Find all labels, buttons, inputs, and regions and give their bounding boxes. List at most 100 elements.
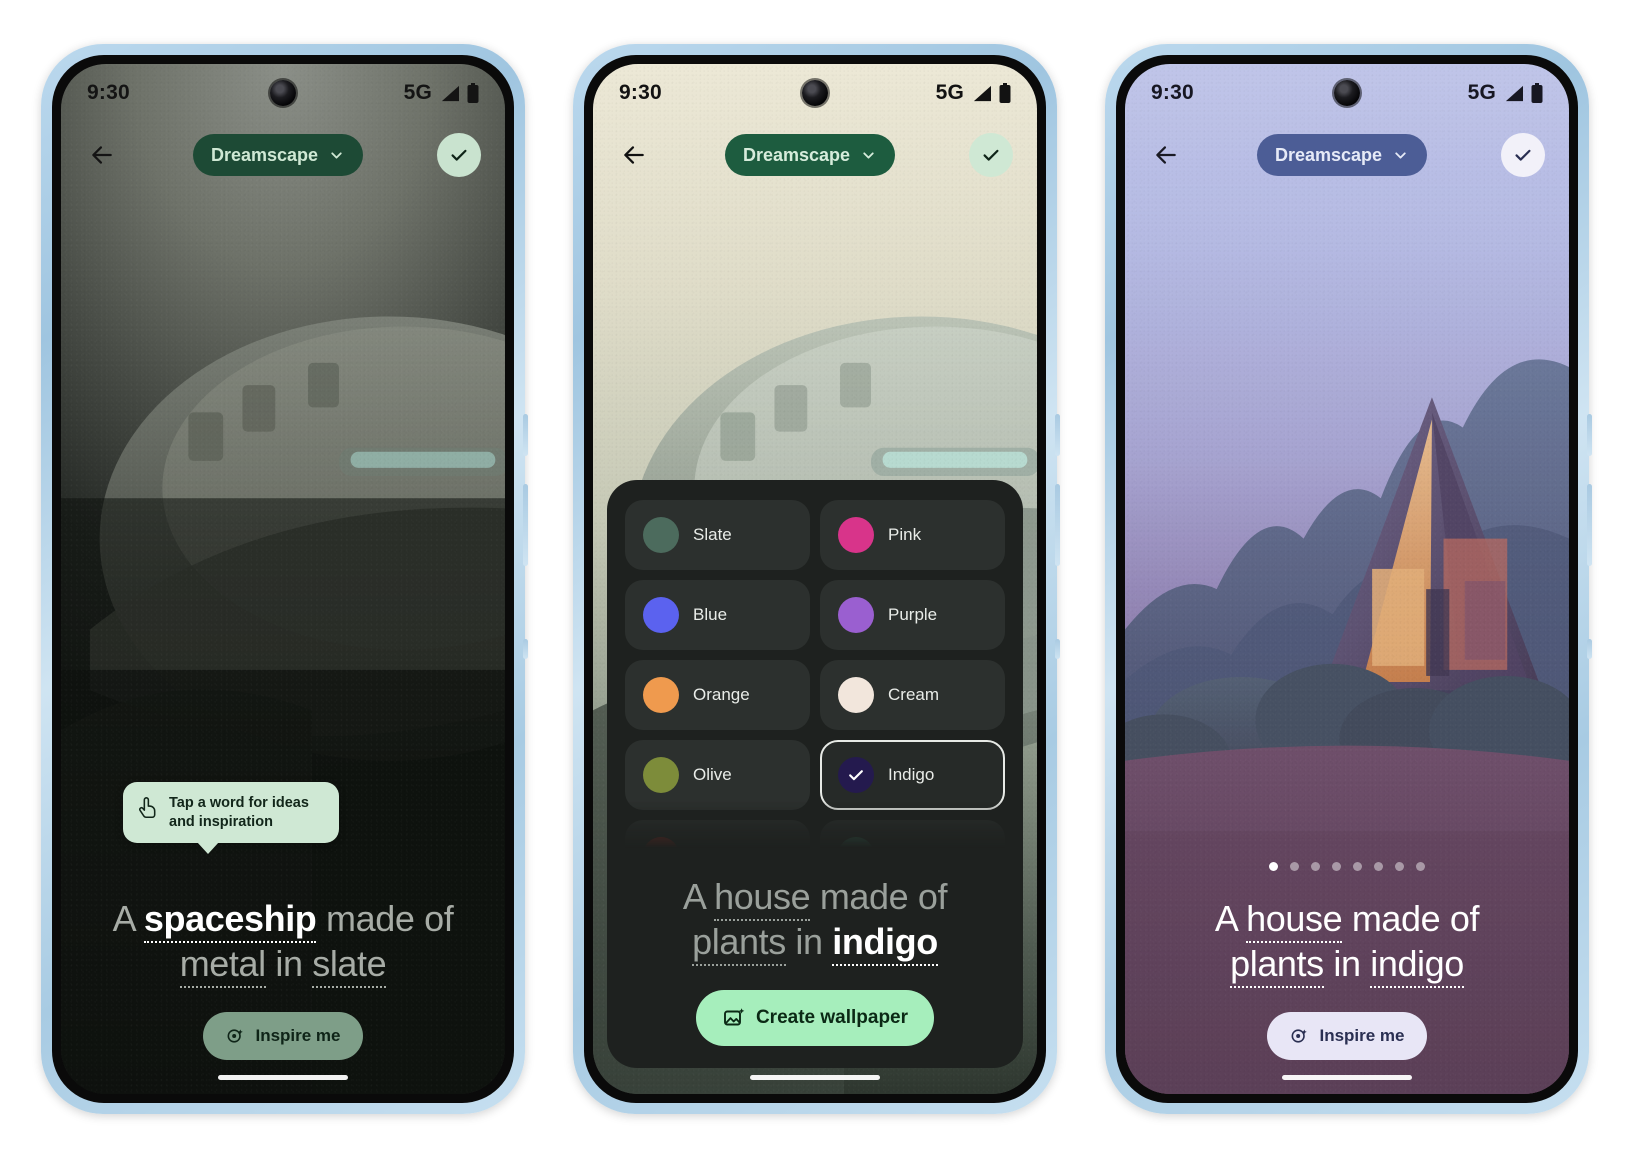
volume-up-button[interactable]	[1587, 414, 1592, 456]
phone-two-screen: 9:30 5G Dreamscape Slate Pink Blue Purpl…	[593, 64, 1037, 1094]
home-indicator[interactable]	[750, 1075, 880, 1080]
prompt-sentence[interactable]: A house made of plants in indigo	[1149, 897, 1545, 988]
page-dot[interactable]	[1374, 862, 1383, 872]
color-dot-icon	[643, 517, 679, 553]
prompt-token-subject[interactable]: house	[1246, 898, 1343, 944]
prompt-token-color[interactable]: indigo	[832, 920, 938, 966]
swatch-pink[interactable]: Pink	[820, 500, 1005, 570]
swatch-slate[interactable]: Slate	[625, 500, 810, 570]
swatch-cream[interactable]: Cream	[820, 660, 1005, 730]
swatch-label: Moss	[888, 845, 929, 848]
volume-up-button[interactable]	[523, 414, 528, 456]
color-dot-icon	[643, 677, 679, 713]
color-palette-sheet: Slate Pink Blue Purple Orange Cream Oliv…	[607, 480, 1023, 1068]
swatch-russet[interactable]: Russet	[625, 820, 810, 848]
swatch-blue[interactable]: Blue	[625, 580, 810, 650]
power-button[interactable]	[1055, 639, 1060, 659]
prompt-token-subject[interactable]: house	[714, 876, 811, 922]
create-wallpaper-button[interactable]: Create wallpaper	[695, 990, 935, 1046]
prompt-token: in	[275, 942, 303, 984]
swatch-indigo-selected[interactable]: Indigo	[820, 740, 1005, 810]
prompt-token-subject[interactable]: spaceship	[143, 898, 317, 944]
prompt-token-color[interactable]: indigo	[1370, 942, 1464, 988]
page-dot[interactable]	[1332, 862, 1341, 872]
volume-down-button[interactable]	[523, 484, 528, 566]
phone-three-screen: 9:30 5G Dreamscape A house made of plant…	[1125, 64, 1569, 1094]
status-right-cluster: 5G	[1468, 81, 1543, 105]
action-label: Inspire me	[255, 1026, 341, 1045]
swatch-moss[interactable]: Moss	[820, 820, 1005, 848]
prompt-token-material[interactable]: plants	[1230, 942, 1324, 988]
back-button[interactable]	[85, 138, 119, 172]
sparkle-bulb-icon	[1292, 1029, 1308, 1043]
page-dot[interactable]	[1290, 862, 1299, 872]
dreamscape-style-chip[interactable]: Dreamscape	[1256, 134, 1428, 176]
power-button[interactable]	[1587, 639, 1592, 659]
app-bar: Dreamscape	[61, 122, 505, 188]
back-button[interactable]	[1149, 138, 1183, 172]
network-label: 5G	[403, 81, 432, 104]
check-icon	[451, 149, 467, 161]
dreamscape-style-chip[interactable]: Dreamscape	[724, 134, 896, 176]
phone-bezel: 9:30 5G Dreamscape	[584, 55, 1046, 1103]
status-time: 9:30	[1151, 81, 1194, 104]
color-dot-icon	[838, 677, 874, 713]
swatch-orange[interactable]: Orange	[625, 660, 810, 730]
swatch-purple[interactable]: Purple	[820, 580, 1005, 650]
page-dot[interactable]	[1416, 862, 1425, 872]
chip-label: Dreamscape	[742, 144, 851, 165]
prompt-area: A spaceship made of metal in slate Inspi…	[61, 897, 505, 1094]
sheet-footer: A house made of plants in indigo Create …	[607, 875, 1023, 1068]
arrow-left-icon	[1156, 146, 1176, 164]
color-dot-icon	[643, 757, 679, 793]
prompt-token: of	[1449, 898, 1480, 940]
color-swatch-grid: Slate Pink Blue Purple Orange Cream Oliv…	[625, 500, 1005, 848]
action-label: Inspire me	[1319, 1026, 1405, 1045]
network-label: 5G	[935, 81, 964, 104]
app-bar: Dreamscape	[593, 122, 1037, 188]
tooltip-text: Tap a word for ideas and inspiration	[169, 795, 309, 830]
prompt-token: A	[112, 898, 135, 940]
prompt-token-material[interactable]: metal	[179, 942, 266, 988]
dreamscape-style-chip[interactable]: Dreamscape	[192, 134, 364, 176]
phone-two: 9:30 5G Dreamscape Slate Pink Blue Purpl…	[573, 44, 1060, 1114]
prompt-token: in	[1333, 942, 1361, 984]
page-dot[interactable]	[1395, 862, 1404, 872]
prompt-sentence[interactable]: A house made of plants in indigo	[627, 875, 1003, 966]
home-indicator[interactable]	[1282, 1075, 1412, 1080]
prompt-token-material[interactable]: plants	[692, 920, 786, 966]
color-dot-icon	[838, 597, 874, 633]
tap-gesture-icon	[138, 797, 156, 819]
volume-down-button[interactable]	[1055, 484, 1060, 566]
inspire-me-button[interactable]: Inspire me	[1267, 1012, 1427, 1060]
confirm-button[interactable]	[1500, 133, 1545, 177]
back-button[interactable]	[617, 138, 651, 172]
volume-down-button[interactable]	[1587, 484, 1592, 566]
confirm-button[interactable]	[436, 133, 481, 177]
home-indicator[interactable]	[218, 1075, 348, 1080]
page-dot-active[interactable]	[1269, 862, 1278, 872]
power-button[interactable]	[523, 639, 528, 659]
prompt-token-color[interactable]: slate	[312, 942, 387, 988]
page-dot[interactable]	[1353, 862, 1362, 872]
front-camera-punch-hole	[270, 80, 296, 106]
swatch-label: Blue	[693, 605, 728, 624]
action-label: Create wallpaper	[755, 1007, 909, 1028]
network-label: 5G	[1467, 81, 1496, 104]
page-indicator-dots	[1149, 862, 1545, 872]
volume-up-button[interactable]	[1055, 414, 1060, 456]
hint-tooltip: Tap a word for ideas and inspiration	[123, 782, 339, 855]
check-icon	[983, 149, 999, 161]
confirm-button[interactable]	[968, 133, 1013, 177]
status-right-cluster: 5G	[404, 81, 479, 105]
prompt-token: made	[819, 876, 909, 918]
chip-label: Dreamscape	[1274, 144, 1383, 165]
phone-three: 9:30 5G Dreamscape A house made of plant…	[1105, 44, 1592, 1114]
inspire-me-button[interactable]: Inspire me	[203, 1012, 363, 1060]
prompt-sentence[interactable]: A spaceship made of metal in slate	[85, 897, 481, 988]
prompt-token: A	[682, 876, 705, 918]
phone-one-screen: 9:30 5G Dreamscape Tap a word for ideas …	[61, 64, 505, 1094]
prompt-token: A	[1214, 898, 1237, 940]
swatch-olive[interactable]: Olive	[625, 740, 810, 810]
page-dot[interactable]	[1311, 862, 1320, 872]
